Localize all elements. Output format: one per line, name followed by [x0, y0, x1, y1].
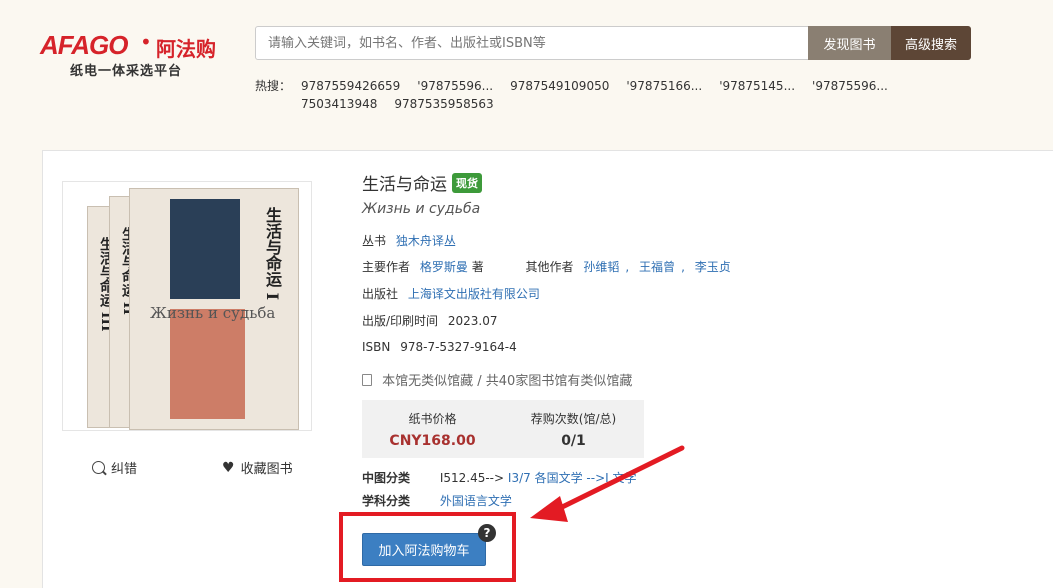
clipboard-icon	[362, 374, 372, 386]
hot-search-item[interactable]: 7503413948	[301, 95, 377, 113]
publisher-row: 出版社 上海译文出版社有限公司	[362, 285, 540, 302]
cover-art	[170, 309, 245, 419]
hot-search-item[interactable]: 9787559426659	[301, 77, 400, 95]
other-author-link[interactable]: 王福曾	[639, 260, 675, 274]
author-link[interactable]: 格罗斯曼	[420, 260, 468, 274]
hot-search-list: 9787559426659 '97875596... 9787549109050…	[301, 77, 951, 113]
hot-search-item[interactable]: 9787535958563	[394, 95, 493, 113]
isbn-label: ISBN	[362, 340, 391, 354]
price-value: CNY168.00	[389, 433, 476, 449]
hot-search-item[interactable]: '97875596...	[812, 77, 888, 95]
subject-link[interactable]: 外国语言文学	[440, 494, 512, 508]
hot-search-item[interactable]: '97875166...	[626, 77, 702, 95]
advanced-search-button[interactable]: 高级搜索	[891, 26, 971, 60]
author-role: 著	[471, 260, 484, 274]
subject-row: 学科分类 外国语言文学	[362, 492, 512, 509]
logo-name: 阿法购	[156, 37, 216, 61]
publish-date-row: 出版/印刷时间 2023.07	[362, 312, 498, 329]
cover-russian-title: Жизнь и судьба	[150, 304, 276, 322]
isbn-row: ISBN 978-7-5327-9164-4	[362, 340, 517, 354]
clc-label: 中图分类	[362, 471, 411, 485]
favorite-book-button[interactable]: ♥ 收藏图书	[222, 458, 293, 478]
search-bar: 发现图书 高级搜索	[255, 26, 971, 60]
other-author-link[interactable]: 李玉贞	[695, 260, 731, 274]
series-link[interactable]: 独木舟译丛	[396, 234, 456, 248]
hot-search-item[interactable]: '97875145...	[719, 77, 795, 95]
isbn-value: 978-7-5327-9164-4	[400, 340, 517, 354]
in-stock-badge: 现货	[452, 172, 482, 193]
book-title-row: 生活与命运 现货	[362, 170, 482, 195]
hot-search-label: 热搜：	[255, 79, 292, 93]
book-cover[interactable]: 生活与命运 III 生活与命运 II 生活与命运 I Жизнь и судьб…	[62, 181, 312, 431]
report-error-label: 纠错	[111, 462, 138, 477]
cover-art	[170, 199, 240, 299]
discover-books-button[interactable]: 发现图书	[808, 26, 891, 60]
report-error-button[interactable]: 纠错	[92, 458, 137, 477]
publisher-link[interactable]: 上海译文出版社有限公司	[408, 287, 540, 301]
price-stat: 纸书价格 CNY168.00	[362, 410, 503, 449]
holdings-row: 本馆无类似馆藏 / 共40家图书馆有类似馆藏	[362, 370, 632, 389]
recommend-count-label: 荐购次数(馆/总)	[530, 412, 617, 426]
favorite-label: 收藏图书	[240, 462, 293, 477]
publish-date-value: 2023.07	[447, 314, 498, 328]
search-input[interactable]	[256, 27, 808, 59]
author-row: 主要作者 格罗斯曼 著 其他作者 孙维韬, 王福曾, 李玉贞	[362, 260, 731, 274]
book-original-title: Жизнь и судьба	[362, 201, 481, 217]
cover-title: 生活与命运 I	[263, 207, 282, 301]
holdings-text: 本馆无类似馆藏 / 共40家图书馆有类似馆藏	[382, 374, 633, 389]
magnifier-icon	[92, 461, 105, 474]
clc-code: I512.45-->	[439, 471, 505, 485]
publisher-label: 出版社	[362, 287, 399, 301]
subject-label: 学科分类	[362, 494, 411, 508]
series-label: 丛书	[362, 234, 387, 248]
author-label: 主要作者	[362, 260, 411, 274]
highlight-box	[339, 512, 516, 582]
other-authors-label: 其他作者	[525, 260, 574, 274]
cover-volume-1: 生活与命运 I Жизнь и судьба	[129, 188, 299, 430]
price-label: 纸书价格	[408, 412, 457, 426]
hot-search-item[interactable]: '97875596...	[417, 77, 493, 95]
other-author-link[interactable]: 孙维韬	[583, 260, 619, 274]
series-row: 丛书 独木舟译丛	[362, 232, 456, 249]
pointer-arrow-icon	[530, 445, 685, 522]
hot-search-item[interactable]: 9787549109050	[510, 77, 609, 95]
logo[interactable]: AFAGO • 阿法购 纸电一体采选平台	[40, 28, 230, 80]
logo-dot: •	[140, 30, 152, 54]
logo-mark: AFAGO	[40, 30, 128, 60]
heart-icon: ♥	[222, 459, 235, 476]
publish-date-label: 出版/印刷时间	[362, 314, 439, 328]
book-title: 生活与命运	[362, 175, 447, 195]
logo-tagline: 纸电一体采选平台	[70, 64, 183, 79]
